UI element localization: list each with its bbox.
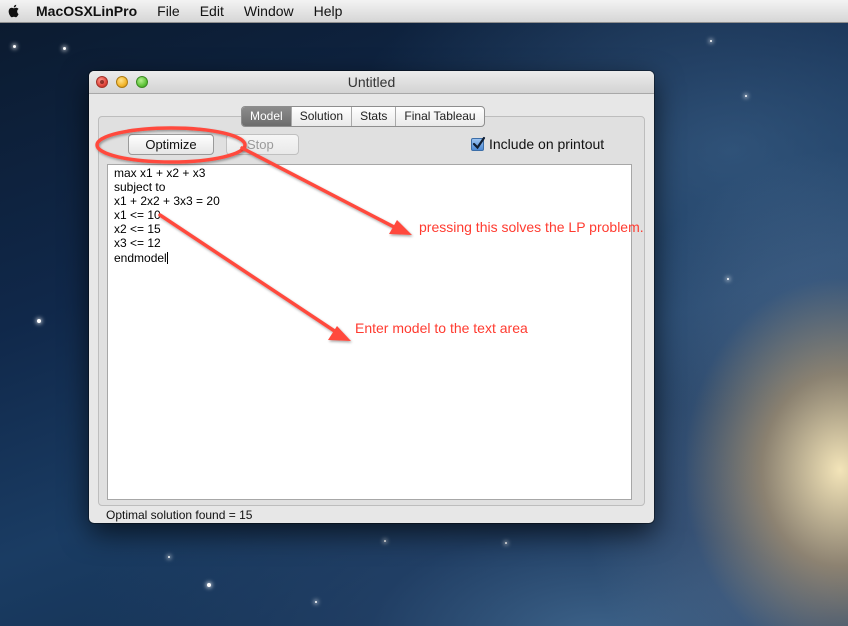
tab-solution[interactable]: Solution [292, 107, 353, 126]
tab-stats[interactable]: Stats [352, 107, 397, 126]
textarea-annotation-text: Enter model to the text area [355, 320, 528, 336]
arrow-to-textarea-note [158, 213, 351, 341]
annotation-overlay [95, 126, 412, 341]
optimize-highlight-ellipse [95, 126, 247, 164]
optimize-annotation-text: pressing this solves the LP problem. [419, 219, 644, 235]
arrow-to-optimize-note [240, 146, 412, 235]
tab-final-tableau[interactable]: Final Tableau [396, 107, 483, 126]
tab-model[interactable]: Model [242, 107, 292, 126]
tab-bar: Model Solution Stats Final Tableau [241, 106, 485, 127]
